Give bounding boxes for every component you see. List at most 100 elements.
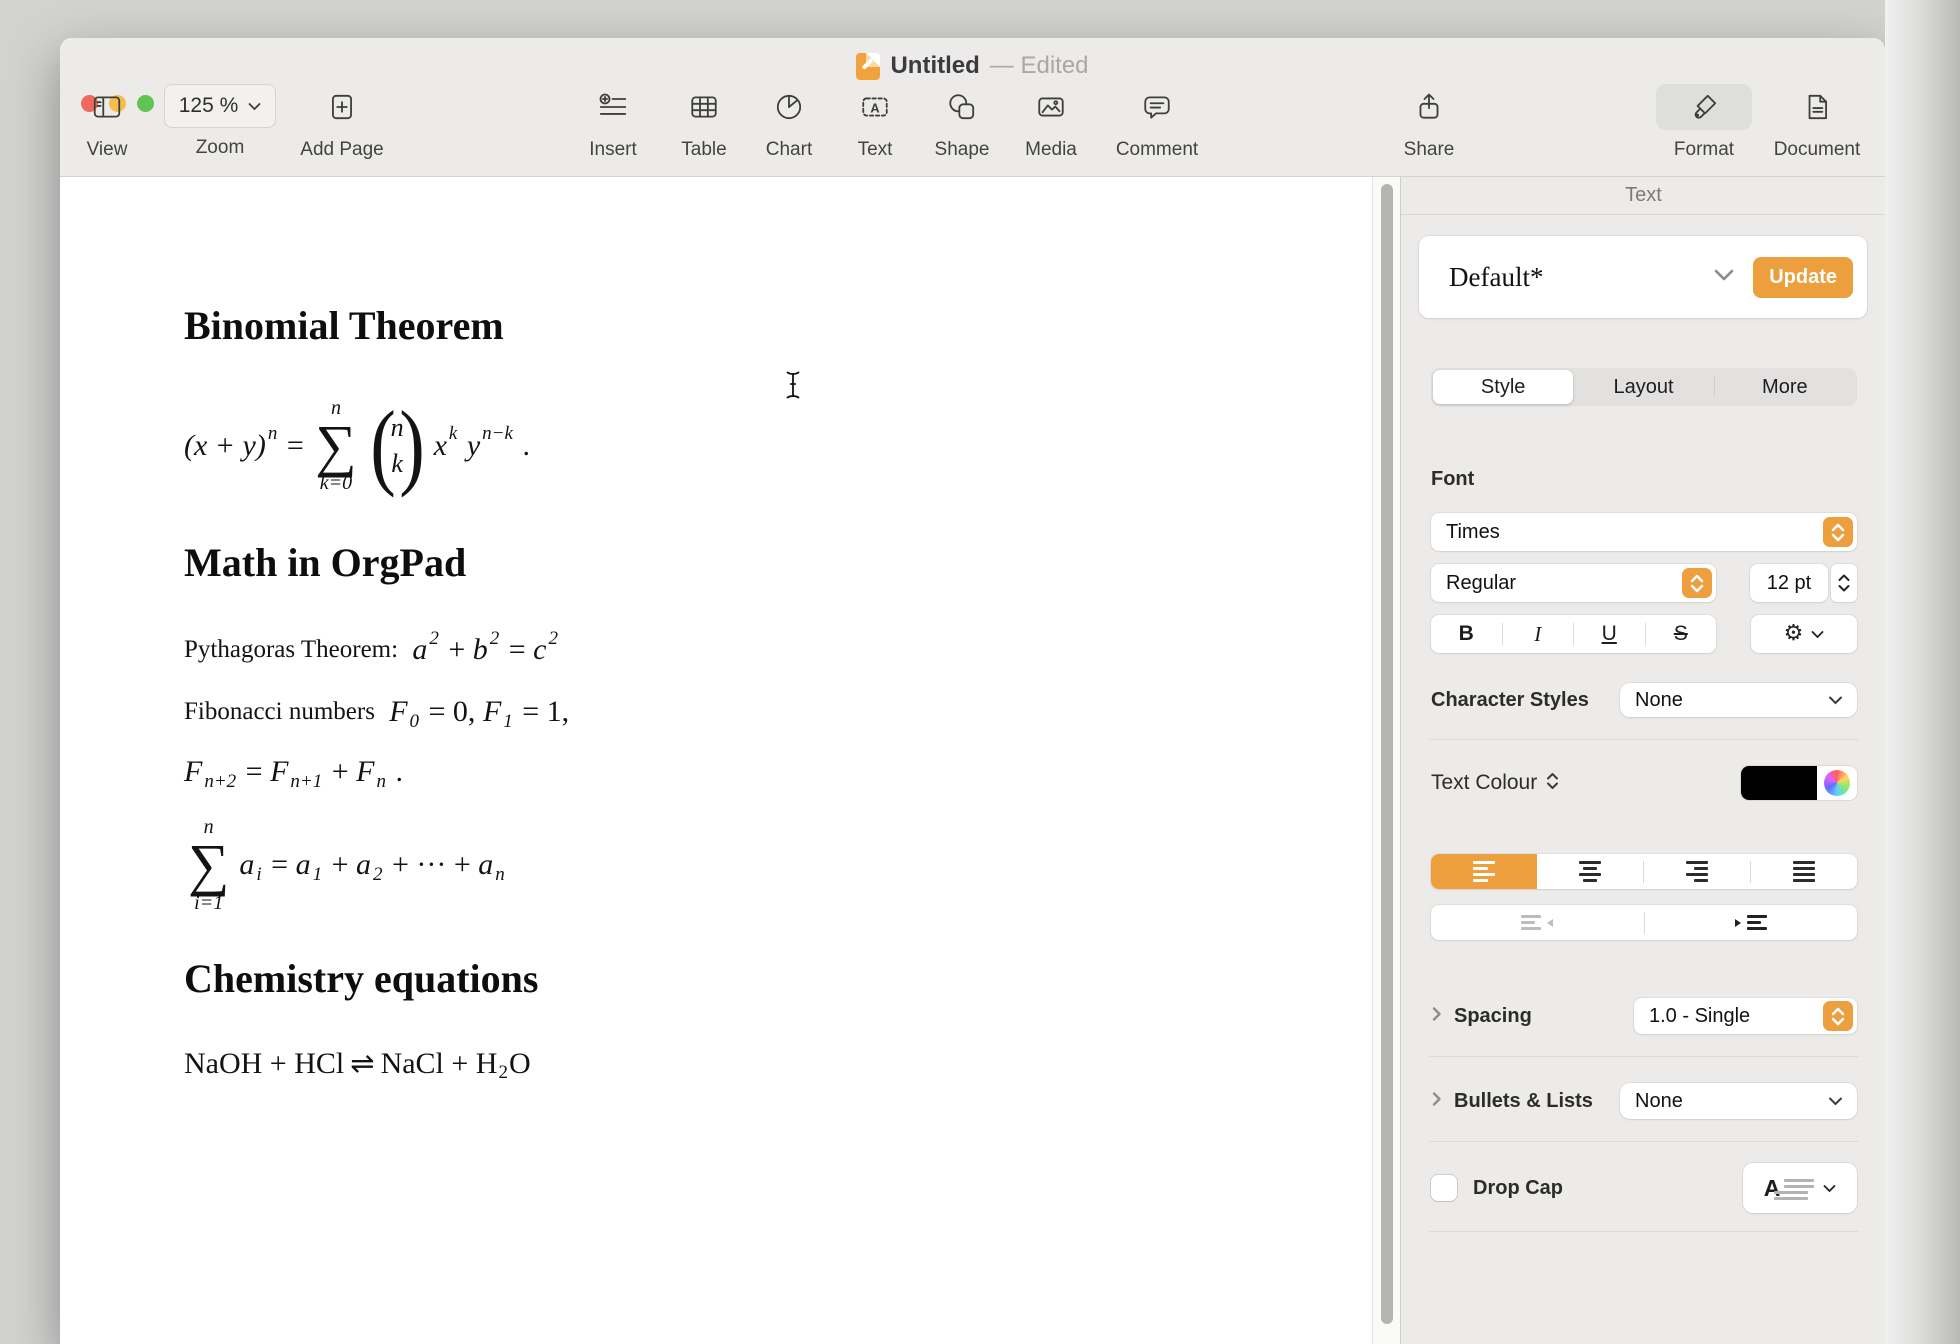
spacing-row: Spacing 1.0 - Single bbox=[1431, 998, 1857, 1034]
doc-heading: Math in OrgPad bbox=[184, 540, 1284, 586]
chevron-down-icon bbox=[1828, 1096, 1843, 1106]
doc-heading: Chemistry equations bbox=[184, 956, 1284, 1002]
document-canvas[interactable]: Binomial Theorem (x + y)n = n∑k=0(nk)xk y… bbox=[60, 177, 1372, 1344]
pages-document-icon bbox=[856, 53, 880, 80]
format-sidebar: Text Default* Update Style Layout More F… bbox=[1400, 177, 1885, 1344]
stepper-icon[interactable] bbox=[1823, 517, 1853, 547]
font-size-stepper[interactable] bbox=[1831, 564, 1857, 602]
comment-button[interactable]: Comment bbox=[1092, 84, 1222, 161]
shape-icon bbox=[945, 84, 979, 130]
bold-button[interactable]: B bbox=[1431, 615, 1502, 653]
document-content: Binomial Theorem (x + y)n = n∑k=0(nk)xk y… bbox=[184, 303, 1284, 1082]
text-colour-swatch[interactable] bbox=[1741, 766, 1857, 800]
align-center-icon bbox=[1579, 861, 1601, 882]
drop-cap-label: Drop Cap bbox=[1473, 1177, 1563, 1200]
comment-icon bbox=[1140, 84, 1174, 130]
align-right-icon bbox=[1686, 861, 1708, 882]
italic-button[interactable]: I bbox=[1503, 615, 1574, 653]
paragraph-style-name: Default* bbox=[1449, 262, 1543, 293]
doc-equation: (x + y)n = n∑k=0(nk)xk yn−k . bbox=[184, 397, 1284, 494]
share-icon bbox=[1412, 84, 1446, 130]
zoom-control[interactable]: 125 % Zoom bbox=[155, 84, 285, 159]
sidebar-header: Text bbox=[1401, 177, 1885, 215]
table-icon bbox=[687, 84, 721, 130]
text-colour-label: Text Colour bbox=[1431, 771, 1537, 795]
underline-button[interactable]: U bbox=[1574, 615, 1645, 653]
paragraph-style-chevron-icon[interactable] bbox=[1713, 268, 1735, 287]
zoom-dropdown[interactable]: 125 % bbox=[164, 84, 277, 128]
stepper-icon[interactable] bbox=[1682, 568, 1712, 598]
indent-button[interactable] bbox=[1645, 905, 1858, 940]
paintbrush-icon bbox=[1688, 91, 1720, 123]
sidebar-tabs: Style Layout More bbox=[1431, 368, 1857, 406]
align-justify-icon bbox=[1793, 861, 1815, 882]
disclosure-chevron-icon[interactable] bbox=[1431, 1090, 1442, 1113]
disclosure-chevron-icon[interactable] bbox=[1431, 1005, 1442, 1028]
update-style-button[interactable]: Update bbox=[1753, 257, 1853, 298]
spacing-label: Spacing bbox=[1454, 1005, 1532, 1028]
add-page-button[interactable]: Add Page bbox=[277, 84, 407, 161]
alignment-group bbox=[1431, 854, 1857, 889]
paragraph-style-card[interactable]: Default* Update bbox=[1419, 236, 1867, 318]
media-icon bbox=[1034, 84, 1068, 130]
align-right-button[interactable] bbox=[1644, 854, 1750, 889]
drop-cap-checkbox[interactable] bbox=[1431, 1175, 1457, 1201]
gear-icon: ⚙ bbox=[1784, 623, 1804, 645]
tab-layout[interactable]: Layout bbox=[1573, 370, 1713, 404]
outdent-icon bbox=[1521, 915, 1554, 930]
tab-style[interactable]: Style bbox=[1433, 370, 1573, 404]
chevron-down-icon bbox=[1828, 695, 1843, 705]
updown-icon[interactable] bbox=[1545, 771, 1560, 796]
spacing-select[interactable]: 1.0 - Single bbox=[1634, 998, 1857, 1034]
share-button[interactable]: Share bbox=[1364, 84, 1494, 161]
bullets-select[interactable]: None bbox=[1620, 1083, 1857, 1119]
doc-heading: Binomial Theorem bbox=[184, 303, 1284, 349]
pages-window: Untitled — Edited View 125 % Zoom Add Pa… bbox=[60, 38, 1885, 1344]
doc-equation: NaOH + HCl⇌NaCl + H2O bbox=[184, 1046, 1284, 1082]
align-center-button[interactable] bbox=[1537, 854, 1643, 889]
document-button[interactable]: Document bbox=[1752, 84, 1882, 161]
font-family-select[interactable]: Times bbox=[1431, 513, 1857, 551]
doc-equation: n∑i=1ai = a1 + a2 + ··· + an bbox=[184, 816, 1284, 913]
bius-group: B I U S bbox=[1431, 615, 1716, 653]
font-weight-size-row: Regular 12 pt bbox=[1431, 564, 1857, 602]
font-section-label: Font bbox=[1431, 468, 1857, 491]
strikethrough-button[interactable]: S bbox=[1646, 615, 1717, 653]
text-box-icon: A bbox=[858, 84, 892, 130]
view-icon bbox=[90, 84, 124, 130]
indent-group bbox=[1431, 905, 1857, 940]
drop-cap-style-button[interactable]: A bbox=[1743, 1163, 1857, 1213]
advanced-options-button[interactable]: ⚙ bbox=[1751, 615, 1857, 653]
font-size-field[interactable]: 12 pt bbox=[1750, 564, 1828, 602]
chevron-down-icon bbox=[1823, 1184, 1836, 1193]
text-style-row: B I U S ⚙ bbox=[1431, 615, 1857, 653]
doc-equation: Fibonacci numbers F0 = 0, F1 = 1, bbox=[184, 694, 1284, 730]
bullets-row: Bullets & Lists None bbox=[1431, 1083, 1857, 1119]
format-button[interactable]: Format bbox=[1639, 84, 1769, 161]
svg-text:A: A bbox=[870, 100, 879, 115]
chart-icon bbox=[772, 84, 806, 130]
align-justify-button[interactable] bbox=[1751, 854, 1857, 889]
doc-equation: Pythagoras Theorem: a2 + b2 = c2 bbox=[184, 632, 1284, 668]
desktop-edge bbox=[1885, 0, 1960, 1344]
drop-cap-icon: A bbox=[1764, 1177, 1815, 1200]
scrollbar-track[interactable] bbox=[1372, 177, 1401, 1344]
format-pill[interactable] bbox=[1656, 84, 1752, 130]
stepper-icon[interactable] bbox=[1823, 1001, 1853, 1031]
colour-wheel-icon[interactable] bbox=[1824, 770, 1850, 796]
font-weight-select[interactable]: Regular bbox=[1431, 564, 1716, 602]
tab-more[interactable]: More bbox=[1715, 370, 1855, 404]
bullets-label: Bullets & Lists bbox=[1454, 1090, 1593, 1113]
add-page-icon bbox=[326, 84, 358, 130]
align-left-button[interactable] bbox=[1431, 854, 1537, 889]
character-styles-select[interactable]: None bbox=[1620, 683, 1857, 717]
toolbar: Untitled — Edited View 125 % Zoom Add Pa… bbox=[60, 38, 1885, 177]
chevron-down-icon bbox=[1811, 630, 1824, 639]
indent-icon bbox=[1734, 915, 1767, 930]
character-styles-label: Character Styles bbox=[1431, 689, 1589, 712]
drop-cap-row: Drop Cap A bbox=[1431, 1163, 1857, 1213]
scrollbar-thumb[interactable] bbox=[1381, 184, 1393, 1324]
window-title: Untitled — Edited bbox=[60, 52, 1885, 80]
colour-fill bbox=[1741, 766, 1817, 800]
outdent-button[interactable] bbox=[1431, 905, 1644, 940]
